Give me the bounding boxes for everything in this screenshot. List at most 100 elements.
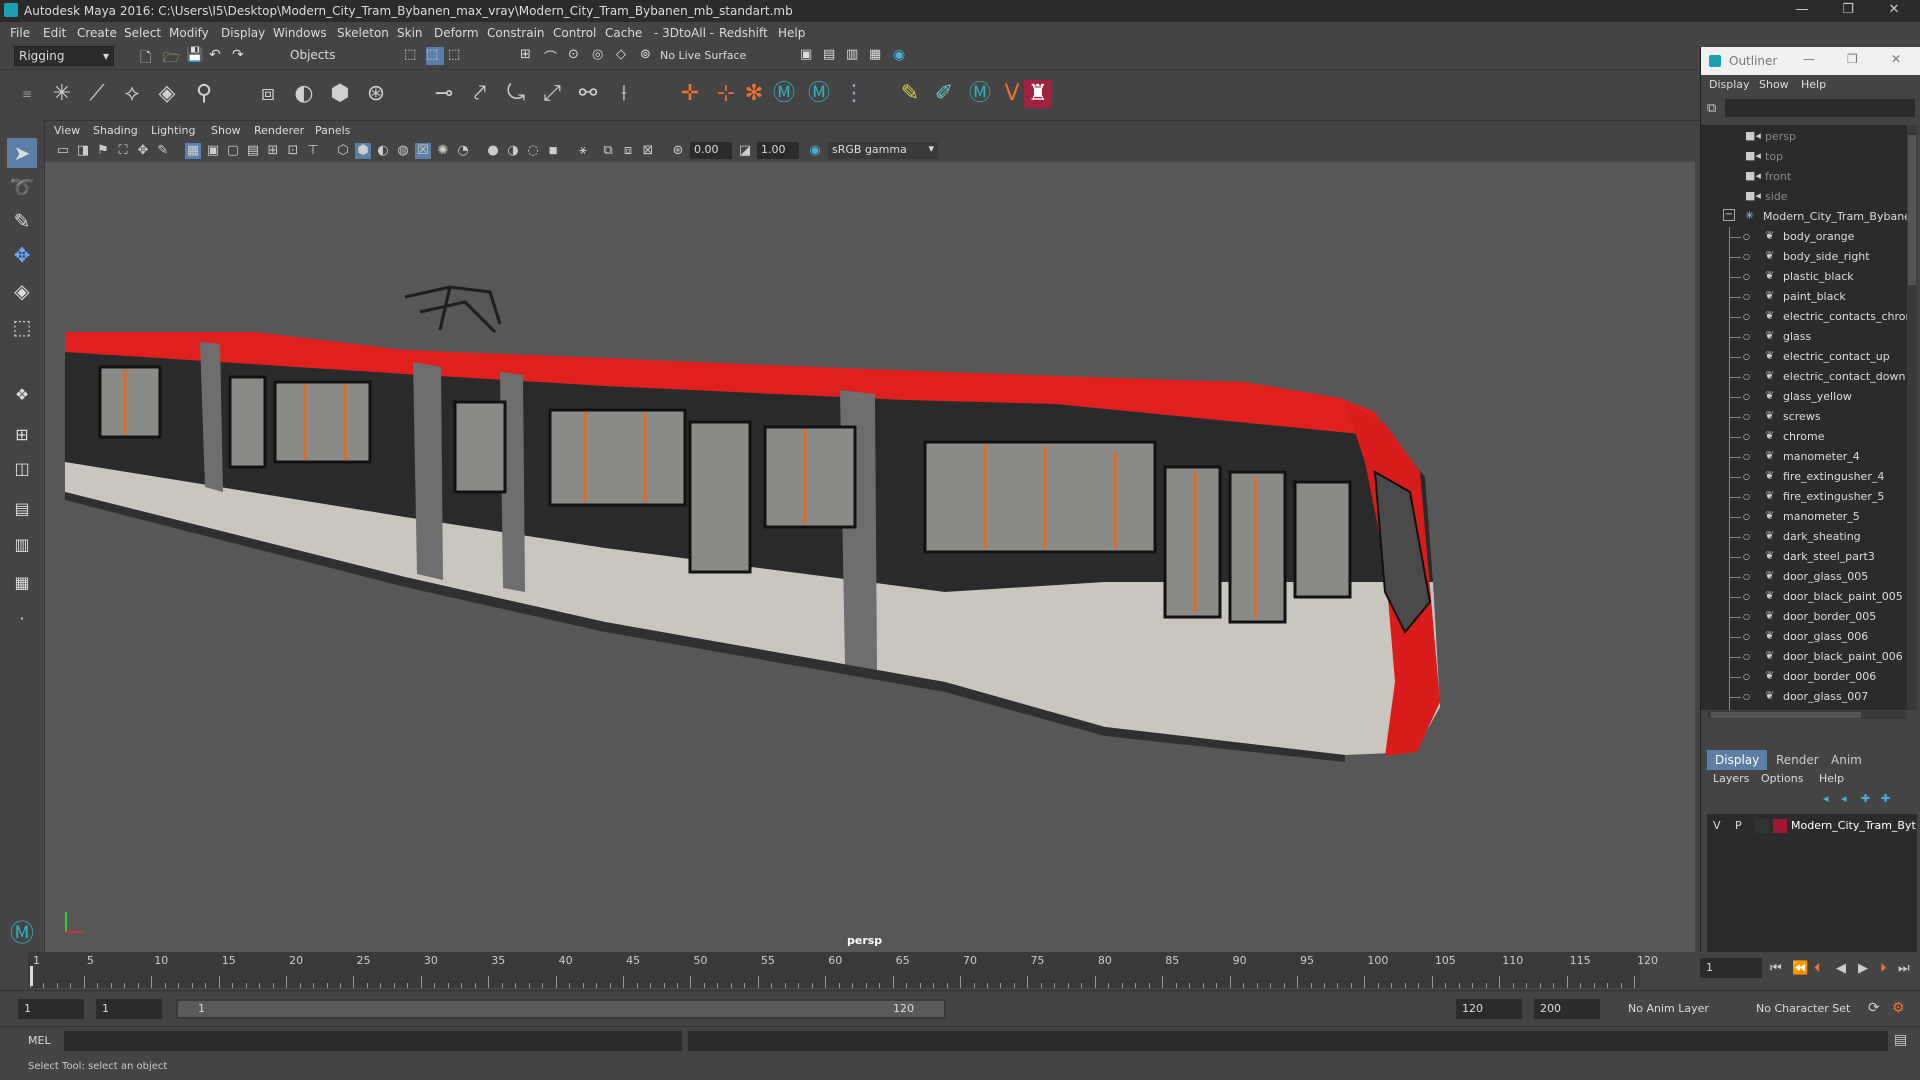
snap-curve-icon[interactable]: ⌒ xyxy=(544,47,562,66)
move-layer-down-icon[interactable]: ◂ xyxy=(1841,792,1847,805)
paint-select-icon[interactable]: ✎ xyxy=(7,206,37,236)
joint-tool-icon[interactable]: ✳ xyxy=(48,80,76,108)
minimize-button[interactable]: — xyxy=(1780,0,1824,22)
move-layer-up-icon[interactable]: ◂ xyxy=(1823,792,1829,805)
outliner-camera-front[interactable]: ■◂ front xyxy=(1701,167,1907,187)
anim-layer-dropdown[interactable]: No Anim Layer xyxy=(1622,999,1740,1019)
bind-skin-icon[interactable]: ⧈ xyxy=(254,80,282,108)
vp-menu-view[interactable]: View xyxy=(54,124,80,137)
point-constraint-icon[interactable]: ⊸ xyxy=(430,80,458,108)
command-language-label[interactable]: MEL xyxy=(28,1034,51,1047)
hypershade-icon[interactable]: ◉ xyxy=(893,47,911,65)
outliner-minimize-button[interactable]: — xyxy=(1803,52,1815,66)
go-to-end-icon[interactable]: ⏭ xyxy=(1898,961,1910,976)
colorspace-dropdown[interactable]: sRGB gamma ▾ xyxy=(828,142,938,159)
outliner-item[interactable]: ○ ❦ manometer_4 xyxy=(1701,447,1907,467)
outliner-item[interactable]: ○ ❦ door_border_006 xyxy=(1701,667,1907,687)
camera-select-icon[interactable]: ▭ xyxy=(55,143,71,159)
collapse-icon[interactable]: − xyxy=(1723,209,1735,221)
grease-pencil-icon[interactable]: ✎ xyxy=(155,143,171,159)
menu-display[interactable]: Display xyxy=(221,26,265,40)
menu-help[interactable]: Help xyxy=(778,26,805,40)
menu-select[interactable]: Select xyxy=(124,26,161,40)
new-layer-icon[interactable]: ✚ xyxy=(1861,792,1870,805)
outliner-item[interactable]: ○ ❦ dark_steel_part3 xyxy=(1701,547,1907,567)
menu-windows[interactable]: Windows xyxy=(273,26,327,40)
outliner-item[interactable]: ○ ❦ door_border_005 xyxy=(1701,607,1907,627)
orient-constraint-icon[interactable]: ⤿ xyxy=(502,80,530,108)
outliner-item[interactable]: ○ ❦ door_glass_007 xyxy=(1701,687,1907,707)
image-plane-icon[interactable]: ⛶ xyxy=(115,143,131,159)
range-handle[interactable]: 1 120 xyxy=(178,1001,944,1017)
ambient-occlusion-icon[interactable]: ◔ xyxy=(455,143,471,159)
current-time-indicator[interactable] xyxy=(30,966,33,986)
two-pane-icon[interactable]: ◫ xyxy=(7,454,37,484)
vp-menu-lighting[interactable]: Lighting xyxy=(151,124,195,137)
exposure-field[interactable]: 0.00 xyxy=(690,142,732,159)
lasso-tool-icon[interactable]: ➰ xyxy=(7,172,37,202)
playback-end-field[interactable]: 120 xyxy=(1456,999,1522,1019)
vp-menu-panels[interactable]: Panels xyxy=(315,124,350,137)
new-layer-selected-icon[interactable]: ✚ xyxy=(1881,792,1890,805)
anim-prefs-icon[interactable]: ⚙ xyxy=(1892,1000,1905,1016)
four-pane-icon[interactable]: ⊞ xyxy=(7,420,37,450)
script-icon[interactable]: ⋮ xyxy=(840,80,868,108)
ik-handle-icon[interactable]: ⟋ xyxy=(83,80,111,108)
layer-color-swatch[interactable] xyxy=(1773,819,1787,833)
layer-row[interactable]: V P Modern_City_Tram_Byt xyxy=(1707,816,1917,836)
nail-icon[interactable]: ⊹ xyxy=(712,80,740,108)
menu-skin[interactable]: Skin xyxy=(397,26,423,40)
motion-blur-icon[interactable]: ● xyxy=(485,143,501,159)
ik-spline-icon[interactable]: ⟡ xyxy=(118,80,146,108)
layer-type-toggle[interactable] xyxy=(1755,819,1769,833)
exposure-icon[interactable]: ⊛ xyxy=(670,143,686,159)
outliner-item[interactable]: ○ ❦ glass_yellow xyxy=(1701,387,1907,407)
snap-vertex-icon[interactable]: ⊚ xyxy=(640,47,658,65)
play-back-icon[interactable]: ◀ xyxy=(1836,961,1846,976)
selection-mode-dropdown[interactable]: Objects xyxy=(286,46,386,66)
outliner-menu-display[interactable]: Display xyxy=(1709,78,1750,91)
camera-attr-icon[interactable]: ◨ xyxy=(75,143,91,159)
wireframe-icon[interactable]: ⬡ xyxy=(335,143,351,159)
restore-button[interactable]: ❐ xyxy=(1826,0,1870,22)
redo-icon[interactable]: ↷ xyxy=(232,47,250,65)
outliner-item[interactable]: ○ ❦ paint_black xyxy=(1701,287,1907,307)
select-component-icon[interactable]: ⬚ xyxy=(448,47,466,65)
pole-vector-icon[interactable]: ⟊ xyxy=(610,80,638,108)
outliner-camera-side[interactable]: ■◂ side xyxy=(1701,187,1907,207)
orient-joint-icon[interactable]: ⚲ xyxy=(190,80,218,108)
menu-cache[interactable]: Cache xyxy=(605,26,642,40)
new-scene-icon[interactable]: 🗋 xyxy=(140,47,158,66)
custom-layout-icon[interactable]: · xyxy=(7,604,37,634)
step-back-key-icon[interactable]: ⏴ xyxy=(1814,961,1821,976)
close-button[interactable]: ✕ xyxy=(1872,0,1916,22)
menu-file[interactable]: File xyxy=(10,26,30,40)
vp-menu-show[interactable]: Show xyxy=(211,124,241,137)
snap-point-icon[interactable]: ⊙ xyxy=(568,47,586,65)
menu-create[interactable]: Create xyxy=(77,26,117,40)
paint-weights-icon[interactable]: ◐ xyxy=(290,80,318,108)
outliner-menu-show[interactable]: Show xyxy=(1759,78,1789,91)
xray-components-icon[interactable]: ⧈ xyxy=(620,143,636,159)
render-view-icon[interactable]: ▦ xyxy=(869,47,887,65)
menuset-dropdown[interactable]: Rigging ▾ xyxy=(14,46,114,66)
color-management-icon[interactable]: ◉ xyxy=(807,143,823,159)
layer-playback-toggle[interactable]: P xyxy=(1735,819,1742,832)
gate-mask-icon[interactable]: ▤ xyxy=(245,143,261,159)
snap-grid-icon[interactable]: ⊞ xyxy=(520,47,538,65)
outliner-item[interactable]: ○ ❦ body_side_right xyxy=(1701,247,1907,267)
anti-aliasing-icon[interactable]: ◑ xyxy=(505,143,521,159)
safe-action-icon[interactable]: ⊡ xyxy=(285,143,301,159)
grid-toggle-icon[interactable]: ▦ xyxy=(185,143,201,159)
bookmark-icon[interactable]: ⚑ xyxy=(95,143,111,159)
layers-menu-options[interactable]: Options xyxy=(1761,772,1803,785)
maya-m2-icon[interactable]: Ⓜ xyxy=(805,80,833,108)
outliner-close-button[interactable]: ✕ xyxy=(1891,52,1901,66)
hypershade-layout-icon[interactable]: ▦ xyxy=(7,568,37,598)
outliner-layout-icon[interactable]: ▤ xyxy=(7,494,37,524)
character-set-dropdown[interactable]: No Character Set xyxy=(1750,999,1868,1019)
outliner-group-row[interactable]: − ✳ Modern_City_Tram_Bybane xyxy=(1701,207,1907,227)
command-input[interactable] xyxy=(64,1031,682,1051)
auto-key-icon[interactable]: ⟳ xyxy=(1868,1000,1880,1016)
safe-title-icon[interactable]: ⊤ xyxy=(305,143,321,159)
